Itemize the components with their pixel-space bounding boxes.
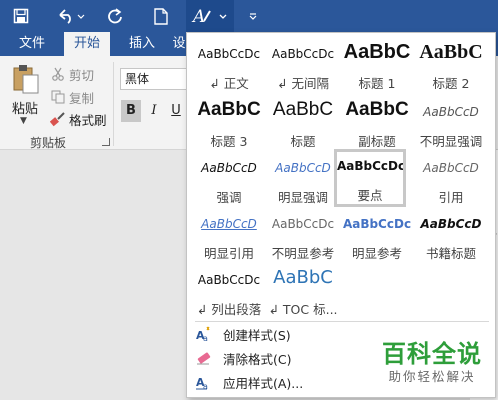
style-sample: AaBbCcDc [197,47,261,61]
style-intense-quote[interactable]: AaBbCcD 明显引用 [193,207,265,265]
style-book-title[interactable]: AaBbCcD 书籍标题 [415,207,487,265]
style-name: 明显参考 [351,246,402,261]
copy-icon [50,89,66,105]
style-sample: AaBbCcDc [271,217,335,231]
style-normal[interactable]: AaBbCcDc ↲ 正文 [193,37,265,95]
create-style-label: 创建样式(S) [223,327,291,343]
paste-dropdown-icon[interactable]: ▼ [20,116,27,126]
style-emphasis[interactable]: AaBbCcD 强调 [193,151,265,209]
style-name: 标题 3 [210,134,248,149]
font-name-box[interactable]: 黑体 [120,68,188,90]
style-heading-1[interactable]: AaBbC 标题 1 [341,37,413,95]
cut-label: 剪切 [69,67,95,83]
style-no-spacing[interactable]: AaBbCcDc ↲ 无间隔 [267,37,339,95]
title-bar: A [0,0,498,32]
style-sample: AaBbCcD [423,161,479,175]
styles-quick-button[interactable]: A [186,0,234,32]
style-quote[interactable]: AaBbCcD 引用 [415,151,487,209]
style-name: 要点 [357,188,383,203]
style-subtitle[interactable]: AaBbC 副标题 [341,95,413,153]
tab-insert[interactable]: 插入 [120,32,164,56]
svg-text:a: a [203,334,208,343]
style-subtle-reference[interactable]: AaBbCcDc 不明显参考 [267,207,339,265]
style-sample: AaBbCcD [201,161,257,175]
style-sample: AaBbCcD [275,161,331,175]
style-title[interactable]: AaBbC 标题 [267,95,339,153]
group-divider [113,62,114,146]
style-intense-reference[interactable]: AaBbCcDc 明显参考 [341,207,413,265]
svg-text:A: A [191,7,205,26]
style-sample: AaBbCcD [423,105,479,119]
style-sample: AaBbCcDc [271,47,335,61]
style-toc-heading[interactable]: AaBbC ↲ TOC 标... [267,263,339,321]
style-name: 标题 1 [358,76,396,91]
underline-button[interactable]: U [166,100,186,122]
style-sample: AaBbC [345,99,409,120]
style-name: 副标题 [358,134,396,149]
paste-button[interactable]: 粘贴 [12,98,38,117]
style-name: ↲ 无间隔 [277,76,329,91]
undo-icon[interactable] [56,0,86,32]
style-heading-2[interactable]: AaBbC 标题 2 [415,37,487,95]
style-name: ↲ TOC 标... [268,302,338,317]
style-name: 强调 [216,190,242,205]
style-sample: AaBbC [273,267,333,288]
apply-styles-label: 应用样式(A)... [223,375,304,391]
style-name: 标题 [290,134,316,149]
save-icon[interactable] [10,0,32,32]
style-name: 不明显参考 [271,246,335,261]
style-sample: AaBbC [272,99,334,120]
style-name: ↲ 列出段落 [196,302,262,317]
paste-icon[interactable] [12,64,40,94]
format-painter-button[interactable]: 格式刷 [50,109,107,129]
dialog-launcher-icon[interactable] [102,138,110,146]
apply-styles-icon: Aa [195,373,213,391]
italic-button[interactable]: I [144,100,164,122]
style-name: 引用 [438,190,464,205]
style-subtle-emphasis[interactable]: AaBbCcD 不明显强调 [415,95,487,153]
tab-file[interactable]: 文件 [8,32,56,56]
tab-design[interactable]: 设 [172,32,186,56]
style-name: 不明显强调 [419,134,483,149]
style-sample: AaBbCcDc [197,273,261,287]
style-sample: AaBbCcDc [337,159,403,173]
scissors-icon [50,66,66,82]
svg-text:a: a [203,382,208,391]
style-name: 明显引用 [203,246,254,261]
copy-button[interactable]: 复制 [50,87,94,107]
menu-divider [195,321,489,322]
style-sample: AaBbC [343,41,411,63]
watermark-title: 百科全说 [382,340,482,368]
style-name: 书籍标题 [425,246,476,261]
style-intense-emphasis[interactable]: AaBbCcD 明显强调 [267,151,339,209]
redo-icon[interactable] [104,0,126,32]
style-name: ↲ 正文 [209,76,249,91]
style-sample: AaBbC [197,99,261,120]
watermark-subtitle: 助你轻松解决 [388,369,476,384]
copy-label: 复制 [69,90,95,106]
style-strong[interactable]: AaBbCcDc 要点 [334,149,406,207]
format-painter-label: 格式刷 [69,112,107,128]
create-style-icon: Aa [195,325,213,343]
style-sample: AaBbCcDc [342,217,412,231]
eraser-icon [195,349,213,367]
style-list-paragraph[interactable]: AaBbCcDc ↲ 列出段落 [193,263,265,321]
clear-formatting-label: 清除格式(C) [223,351,292,367]
clipboard-group-label: 剪贴板 [30,136,67,150]
tab-home[interactable]: 开始 [64,32,110,56]
style-sample: AaBbCcD [420,217,482,231]
style-sample: AaBbCcD [201,217,257,231]
cut-button[interactable]: 剪切 [50,64,94,84]
watermark: 百科全说 助你轻松解决 [372,340,492,386]
bold-button[interactable]: B [121,100,141,122]
style-name: 明显强调 [277,190,328,205]
style-name: 标题 2 [432,76,470,91]
style-sample: AaBbC [419,41,483,63]
paintbrush-icon [50,111,66,127]
customize-toolbar-icon[interactable] [246,0,260,32]
style-heading-3[interactable]: AaBbC 标题 3 [193,95,265,153]
new-document-icon[interactable] [150,0,172,32]
